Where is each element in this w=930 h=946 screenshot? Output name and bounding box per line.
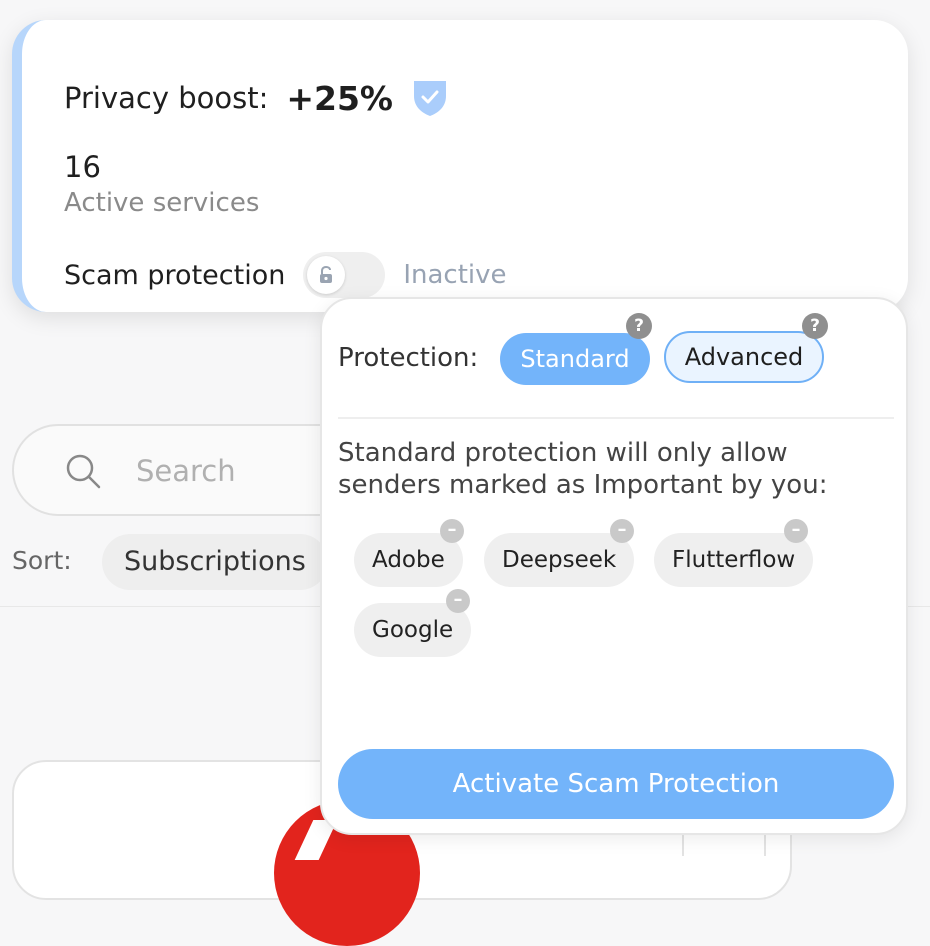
remove-sender-icon[interactable]: – (610, 519, 634, 543)
sender-chip-label: Flutterflow (672, 547, 796, 573)
shield-check-icon (411, 78, 449, 118)
sender-chip-label: Google (372, 617, 454, 643)
search-icon (64, 452, 102, 494)
sender-chip-label: Adobe (372, 547, 445, 573)
remove-sender-icon[interactable]: – (446, 589, 470, 613)
scam-protection-row: Scam protection Inactive (64, 252, 507, 298)
activate-scam-protection-button[interactable]: Activate Scam Protection (338, 749, 894, 819)
privacy-boost-label: Privacy boost: (64, 81, 269, 115)
protection-label: Protection: (338, 343, 479, 373)
active-services-count: 16 (64, 150, 101, 184)
standard-option-button[interactable]: Standard (500, 333, 650, 385)
privacy-boost-row: Privacy boost: +25% (64, 78, 449, 118)
help-icon[interactable]: ? (626, 313, 652, 339)
sort-label: Sort: (12, 546, 72, 575)
sender-chip-label: Deepseek (502, 547, 617, 573)
sender-chip: Deepseek (484, 533, 635, 587)
privacy-summary-card: Privacy boost: +25% 16 Active services S… (12, 20, 908, 312)
protection-description: Standard protection will only allow send… (338, 438, 828, 500)
advanced-option-button[interactable]: Advanced (664, 331, 824, 383)
popup-divider (338, 417, 894, 419)
sort-chip-subscriptions[interactable]: Subscriptions (102, 534, 328, 590)
active-services-label: Active services (64, 188, 260, 218)
privacy-boost-value: +25% (286, 78, 393, 118)
toggle-knob (307, 256, 346, 294)
remove-sender-icon[interactable]: – (784, 519, 808, 543)
lock-open-icon (320, 266, 333, 283)
scam-protection-toggle[interactable] (303, 252, 386, 298)
help-icon[interactable]: ? (802, 313, 828, 339)
scam-protection-status: Inactive (403, 260, 507, 290)
remove-sender-icon[interactable]: – (440, 519, 464, 543)
scam-protection-label: Scam protection (64, 259, 286, 291)
protection-popup: Protection: Standard Advanced ? ? Standa… (320, 297, 908, 835)
